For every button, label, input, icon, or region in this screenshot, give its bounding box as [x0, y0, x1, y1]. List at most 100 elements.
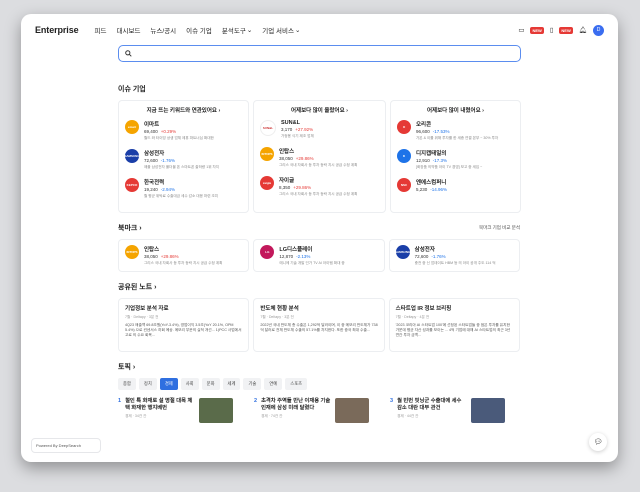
topic-text: 철인 특 화재로 설 명절 대목 체 택 화재한 행지베번경제 · 34건 관	[125, 398, 195, 423]
company-logo: emart	[125, 120, 139, 134]
company-price: 72,600 -1.76%	[144, 158, 242, 163]
app-window: Enterprise 피드 대시보드 뉴스/공시 이슈 기업 분석도구 ⌄ 기업…	[21, 14, 618, 462]
company-name: 한국전력	[144, 180, 165, 186]
company-name: 자이글	[279, 178, 295, 184]
note-meta: 7월 · Deltapy · 3분 전	[260, 315, 294, 319]
app-logo[interactable]: Enterprise	[35, 25, 79, 35]
nav-analysis-label: 분석도구	[221, 28, 246, 35]
price-change: +29.86%	[293, 185, 312, 190]
topic-tab[interactable]: 스포츠	[285, 378, 308, 390]
company-item[interactable]: zaigle 자이글 8,350 +29.86% 그리스 국내 자회사 등 투자 등락 …	[260, 176, 379, 197]
price-value: 12,910	[416, 158, 430, 163]
company-logo: NSC	[397, 178, 411, 192]
topic-item[interactable]: 1 철인 특 화재로 설 명절 대목 체 택 화재한 행지베번 경제 · 34건 관	[118, 398, 248, 423]
nav-dashboard[interactable]: 대시보드	[117, 25, 141, 35]
search-box[interactable]	[118, 45, 521, 62]
company-price: 38,050 +29.86%	[279, 156, 377, 161]
chat-floating-button[interactable]: 💬︎	[589, 433, 607, 451]
bell-icon[interactable]: 🔔︎	[579, 26, 587, 34]
company-info: LG디스플레이 12,870 -2.13% 애니메 기술 개발 인가 TV AI 아이…	[279, 245, 377, 266]
issue-card-title[interactable]: 어제보다 많이 올랐어요 ›	[260, 106, 379, 114]
topic-meta: 경제 · 34건 관	[125, 414, 147, 418]
price-change: -14.96%	[430, 187, 448, 192]
company-item[interactable]: D 디지캡태일의 12,910 -17.3% [화장품 의약품 아이 TV 경영] 보고…	[397, 149, 514, 170]
chat-icon[interactable]: ▭	[518, 26, 524, 34]
price-value: 72,600	[414, 254, 429, 259]
search-input[interactable]	[135, 49, 499, 58]
topic-tab[interactable]: 문화	[201, 378, 220, 390]
company-item[interactable]: NSC 엔에스컴퍼니 5,230 -14.96%	[397, 178, 514, 194]
bookmark-card[interactable]: SAMSUNG 삼성전자 72,600 -1.76% 충전 중 신 업데이트 HBM 등…	[388, 239, 520, 272]
note-meta: 7월 · Deltapy · 3분 전	[125, 315, 159, 319]
company-item[interactable]: SAMSUNG 삼성전자 72,600 -1.76% 충전 중 신 업데이트 HBM 등…	[394, 245, 513, 266]
company-logo-text: INTOPS	[126, 250, 138, 254]
price-value: 38,050	[144, 254, 158, 259]
company-desc: 월 평균 위탁료 수출대금 세수 감소 대응 마련 조치	[144, 194, 219, 198]
price-change: -2.94%	[160, 187, 176, 192]
avatar[interactable]: D	[593, 24, 604, 36]
company-logo-text: D	[402, 154, 406, 158]
company-desc: 그리스 국내 자회사 등 투자 등락 지시 공급 수정 계획	[279, 192, 358, 196]
company-info: SUN&L 3,170 +27.92% 가정용 식기 제조 업체	[281, 120, 379, 139]
bookmark-card[interactable]: LG LG디스플레이 12,870 -2.13% 애니메 기술 개발 인가 TV AI …	[253, 239, 385, 272]
company-logo-text: SAMSUNG	[124, 154, 140, 158]
nav-analysis-tools[interactable]: 분석도구 ⌄	[222, 25, 252, 35]
new-badge: NEW	[530, 26, 544, 34]
topic-item[interactable]: 3월 빈번 핏닝군 수출대에 세수 감소 대란 대부 관건 경제 · 44건 관	[390, 398, 520, 423]
company-item[interactable]: O 오리콘 96,600 -17.53% 가온 & 이를 위해 투자를 한 세종 연결 …	[397, 120, 514, 141]
topic-number: 2	[254, 398, 258, 404]
note-body: 4Q23 매출액 69.8조원(YoY-3.4%), 영업이익 3.5조(YoY…	[125, 323, 242, 337]
company-item[interactable]: SUN&L SUN&L 3,170 +27.92% 가정용 식기 제조 업체	[260, 120, 379, 139]
notes-title[interactable]: 공유된 노트 ›	[118, 282, 520, 292]
bookmark-title[interactable]: 북마크 ›	[118, 223, 142, 233]
powered-by[interactable]: Powered By DeepSearch	[31, 438, 101, 453]
company-desc: 충전 중 신 업데이트 HBM 등 의 아이 공개 주도 114 억	[414, 261, 496, 265]
note-meta: 7월 · Deltapy · 4분 전	[395, 315, 430, 319]
issue-card-title[interactable]: 지금 뜨는 키워드와 연관있어요 ›	[125, 106, 242, 114]
nav-news[interactable]: 뉴스/공시	[150, 25, 176, 35]
company-desc: 그리스 국내 자회사 등 투자 등락 지시 공급 수정 계획	[144, 261, 223, 265]
company-item[interactable]: SAMSUNG 삼성전자 72,600 -1.76% 애플 삼성전자 폴더블 폰 스마트…	[124, 149, 242, 170]
nav-feed[interactable]: 피드	[95, 25, 107, 35]
notes-list: 기업정보 분석 자료 7월 · Deltapy · 3분 전 4Q23 매출액 69…	[118, 298, 520, 352]
company-logo-text: zaigle	[262, 181, 272, 185]
document-icon[interactable]: ▯	[550, 26, 554, 34]
company-item[interactable]: INTOPS 인탑스 38,050 +29.86% 그리스 국내 자회사 등 투자 등락…	[260, 147, 379, 168]
topic-tab[interactable]: 세계	[222, 378, 241, 390]
topic-tab[interactable]: 연예	[264, 378, 283, 390]
company-name: SUN&L	[281, 120, 300, 126]
company-item[interactable]: KEPCO 한국전력 19,240 -2.94% 월 평균 위탁료 수출대금 세수 감소…	[125, 178, 242, 199]
note-card[interactable]: 스타트업 IR 정보 브리핑 7월 · Deltapy · 4분 전 '2023 코…	[388, 298, 520, 352]
company-item[interactable]: INTOPS 인탑스 38,050 +29.86% 그리스 국내 자회사 등 투자 등락…	[125, 245, 242, 266]
company-item[interactable]: emart 이마트 69,400 +0.29% 월드 와 타이밍 상생 업체 제휴 파트…	[125, 120, 242, 141]
topic-tab[interactable]: 경제	[159, 378, 178, 390]
company-desc: 가온 & 이를 위해 투자를 한 세종 연결 본부 ~ 30% 투자	[416, 136, 499, 140]
price-value: 5,230	[416, 187, 428, 192]
nav-issue-company[interactable]: 이슈 기업	[186, 25, 212, 35]
company-item[interactable]: LG LG디스플레이 12,870 -2.13% 애니메 기술 개발 인가 TV AI …	[260, 245, 377, 266]
topic-tab[interactable]: 종합	[118, 378, 136, 390]
issue-card-title[interactable]: 어제보다 많이 내렸어요 ›	[397, 106, 514, 114]
company-logo: KEPCO	[125, 178, 139, 192]
topic-title: 철인 특 화재로 설 명절 대목 체 택 화재한 행지베번	[125, 398, 193, 411]
topic-item[interactable]: 2 초격차 주역들 만난 이재용 기술인재에 삼성 미래 달렸다 경제 · 74건 …	[254, 398, 384, 423]
company-name: 인탑스	[279, 149, 295, 155]
company-logo-text: NSC	[400, 183, 408, 187]
new-badge: NEW	[559, 26, 573, 34]
company-info: 오리콘 96,600 -17.53% 가온 & 이를 위해 투자를 한 세종 연결 본…	[416, 120, 514, 141]
topics-title[interactable]: 토픽 ›	[118, 362, 520, 372]
topic-tab[interactable]: 사회	[180, 378, 199, 390]
note-card[interactable]: 기업정보 분석 자료 7월 · Deltapy · 3분 전 4Q23 매출액 69…	[118, 298, 250, 352]
nav-enterprise-service[interactable]: 기업 서비스 ⌄	[262, 25, 300, 35]
topic-tab[interactable]: 기술	[243, 378, 262, 390]
topic-tab[interactable]: 정치	[138, 378, 157, 390]
bookmark-card[interactable]: INTOPS 인탑스 38,050 +29.86% 그리스 국내 자회사 등 투자 등락…	[118, 239, 250, 272]
company-logo-text: SAMSUNG	[394, 250, 411, 254]
company-price: 69,400 +0.29%	[144, 129, 242, 134]
note-card[interactable]: 반도체 현황 분석 7월 · Deltapy · 3분 전 2022년 국내 반도체…	[253, 298, 385, 352]
bookmark-compare-link[interactable]: 북마크 기업 비교 분석	[479, 225, 520, 231]
chevron-down-icon: ⌄	[294, 27, 301, 34]
price-value: 12,870	[279, 254, 294, 259]
price-value: 72,600	[144, 158, 158, 163]
note-title: 반도체 현황 분석	[260, 306, 299, 312]
